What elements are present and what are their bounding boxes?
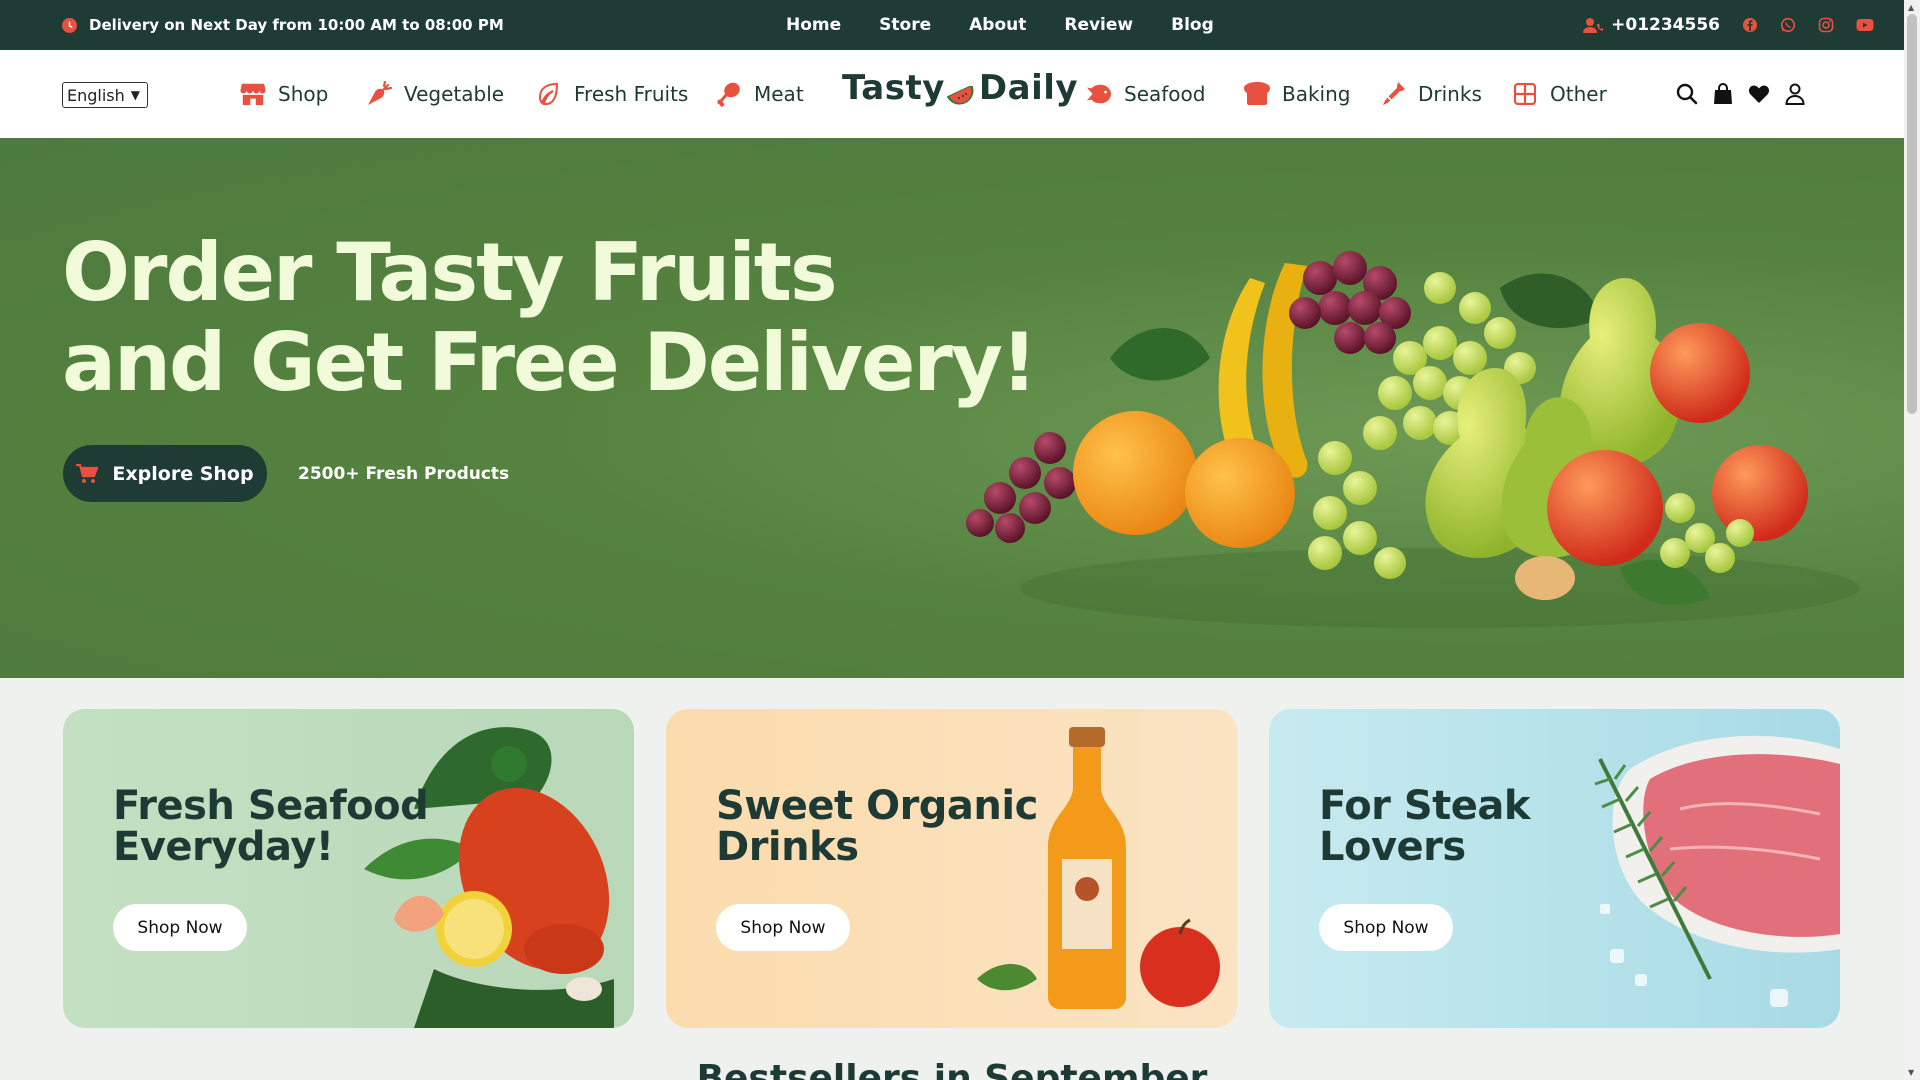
main-navbar: English ▼ Shop Vegetable Fresh Fruits Me…	[0, 50, 1904, 138]
category-label: Drinks	[1418, 82, 1482, 106]
promo-card-seafood[interactable]: Fresh Seafood Everyday! Shop Now	[63, 709, 634, 1028]
scroll-down-icon[interactable]: ▼	[1908, 1068, 1914, 1077]
promo-title: For Steak Lovers	[1319, 783, 1531, 870]
category-label: Meat	[754, 82, 804, 106]
nav-about-link[interactable]: About	[969, 15, 1026, 35]
explore-shop-label: Explore Shop	[112, 462, 254, 485]
category-vegetable[interactable]: Vegetable	[366, 50, 504, 138]
language-select[interactable]: English ▼	[62, 82, 148, 108]
delivery-info: Delivery on Next Day from 10:00 AM to 08…	[62, 0, 504, 50]
hero-banner: Order Tasty Fruits and Get Free Delivery…	[0, 138, 1904, 678]
carrot-icon	[366, 81, 392, 107]
explore-shop-button[interactable]: Explore Shop	[63, 445, 267, 502]
promo-title: Fresh Seafood Everyday!	[113, 783, 429, 870]
clock-icon	[62, 17, 77, 33]
hero-title-line: Order Tasty Fruits	[62, 226, 838, 319]
top-nav: Home Store About Review Blog	[786, 0, 1214, 50]
fish-icon	[1086, 81, 1112, 107]
category-label: Vegetable	[404, 82, 505, 106]
category-label: Shop	[278, 82, 329, 106]
whatsapp-icon[interactable]	[1780, 17, 1796, 33]
logo-text-right: Daily	[978, 68, 1079, 108]
promo-title-line: Everyday!	[113, 824, 334, 870]
watermelon-icon	[946, 77, 977, 105]
shop-now-button[interactable]: Shop Now	[1319, 904, 1453, 951]
bottle-icon	[1380, 81, 1406, 107]
phone-user-icon	[1583, 17, 1604, 33]
heart-icon[interactable]	[1748, 83, 1770, 105]
scroll-up-icon[interactable]: ▲	[1908, 3, 1914, 12]
promo-title-line: Lovers	[1319, 824, 1466, 870]
promo-title: Sweet Organic Drinks	[716, 786, 1038, 868]
chevron-down-icon: ▼	[130, 88, 141, 102]
category-shop[interactable]: Shop	[240, 50, 328, 138]
site-logo[interactable]: Tasty Daily	[842, 68, 1078, 108]
contact-area: +01234556	[1583, 0, 1874, 50]
page-scrollbar[interactable]: ▲ ▼	[1904, 0, 1920, 1080]
store-icon	[240, 81, 266, 107]
bread-icon	[1244, 81, 1270, 107]
category-baking[interactable]: Baking	[1244, 50, 1351, 138]
category-label: Baking	[1282, 82, 1351, 106]
leaf-icon	[536, 81, 562, 107]
category-seafood[interactable]: Seafood	[1086, 50, 1205, 138]
grid-icon	[1512, 81, 1538, 107]
category-fresh-fruits[interactable]: Fresh Fruits	[536, 50, 688, 138]
fruit-basket-image	[966, 251, 1860, 628]
category-drinks[interactable]: Drinks	[1380, 50, 1482, 138]
category-label: Fresh Fruits	[574, 82, 689, 106]
promo-title-line: Sweet Organic	[716, 783, 1038, 829]
language-value: English	[67, 85, 125, 105]
promo-title-line: For Steak	[1319, 783, 1531, 829]
hero-title: Order Tasty Fruits and Get Free Delivery…	[62, 226, 1037, 409]
scrollbar-thumb[interactable]	[1907, 14, 1917, 414]
promo-card-drinks[interactable]: Sweet Organic Drinks Shop Now	[666, 709, 1237, 1028]
nav-blog-link[interactable]: Blog	[1171, 15, 1214, 35]
category-label: Seafood	[1124, 82, 1206, 106]
instagram-icon[interactable]	[1818, 17, 1834, 33]
header-actions	[1676, 50, 1806, 138]
cart-icon	[76, 463, 99, 484]
shop-now-button[interactable]: Shop Now	[113, 904, 247, 951]
category-label: Other	[1550, 82, 1607, 106]
product-count-text: 2500+ Fresh Products	[298, 464, 510, 484]
youtube-icon[interactable]	[1856, 18, 1874, 32]
drinks-image	[977, 727, 1220, 1009]
search-icon[interactable]	[1676, 83, 1698, 105]
bag-icon[interactable]	[1712, 83, 1734, 105]
shop-now-button[interactable]: Shop Now	[716, 904, 850, 951]
section-title: Bestsellers in September	[696, 1058, 1208, 1080]
nav-home-link[interactable]: Home	[786, 15, 841, 35]
promo-title-line: Drinks	[716, 824, 859, 870]
seafood-image	[364, 727, 614, 1028]
top-bar: Delivery on Next Day from 10:00 AM to 08…	[0, 0, 1904, 50]
category-other[interactable]: Other	[1512, 50, 1607, 138]
facebook-icon[interactable]	[1742, 17, 1758, 33]
steak-image	[1594, 735, 1840, 1007]
category-meat[interactable]: Meat	[716, 50, 804, 138]
promo-card-steak[interactable]: For Steak Lovers Shop Now	[1269, 709, 1840, 1028]
nav-review-link[interactable]: Review	[1064, 15, 1133, 35]
user-icon[interactable]	[1784, 83, 1806, 105]
phone-number: +01234556	[1611, 15, 1720, 35]
phone-link[interactable]: +01234556	[1583, 15, 1720, 35]
hero-title-line: and Get Free Delivery!	[62, 316, 1037, 409]
logo-text-left: Tasty	[842, 68, 945, 108]
drumstick-icon	[716, 81, 742, 107]
promo-title-line: Fresh Seafood	[113, 783, 429, 829]
nav-store-link[interactable]: Store	[879, 15, 931, 35]
delivery-text: Delivery on Next Day from 10:00 AM to 08…	[89, 16, 504, 34]
